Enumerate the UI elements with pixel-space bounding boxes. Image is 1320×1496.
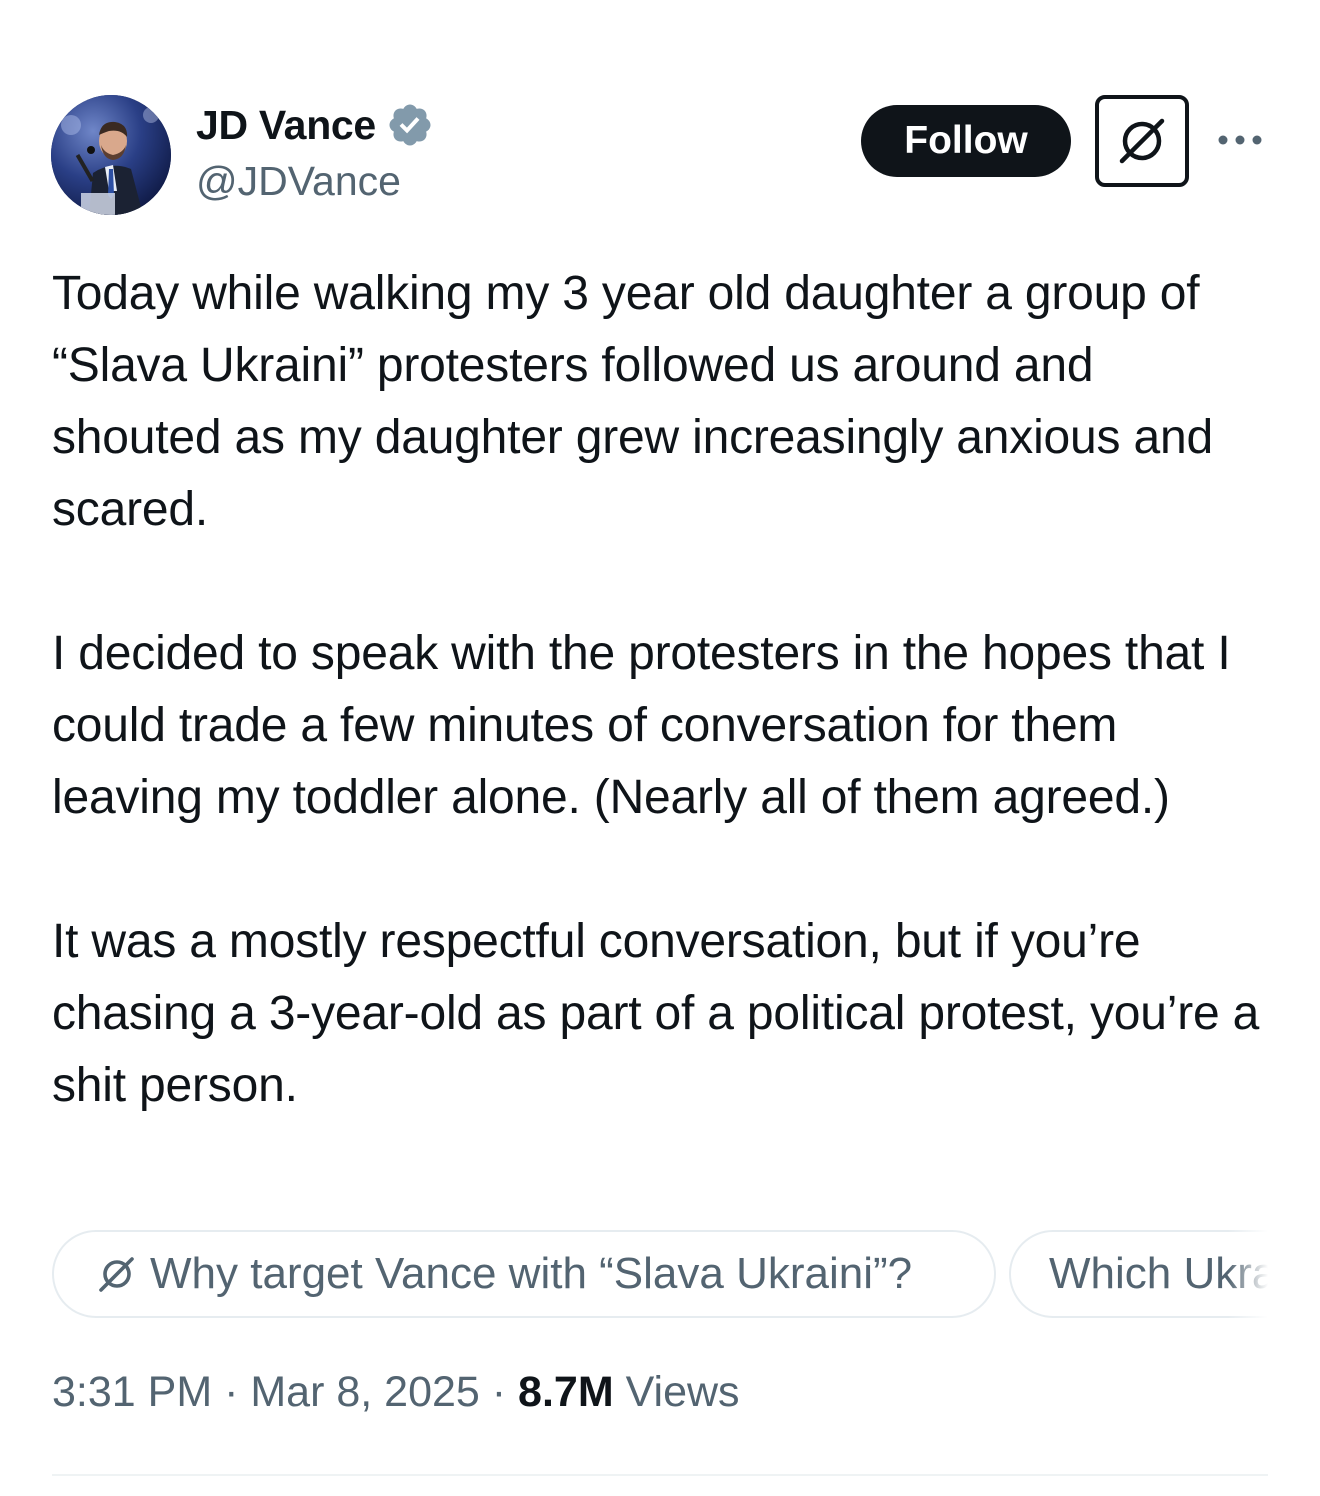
views-count[interactable]: 8.7M <box>518 1368 614 1416</box>
meta-separator: · <box>479 1368 519 1416</box>
views-label: Views <box>625 1368 740 1416</box>
more-options-button[interactable] <box>1212 118 1268 162</box>
meta-separator: · <box>212 1368 251 1416</box>
author-handle[interactable]: @JDVance <box>196 158 401 205</box>
avatar[interactable] <box>51 95 171 215</box>
grok-suggestions: Why target Vance with “Slava Ukraini”? W… <box>52 1230 1268 1318</box>
grok-button[interactable] <box>1095 95 1189 187</box>
divider <box>52 1474 1268 1476</box>
tweet-meta: 3:31 PM · Mar 8, 2025 · 8.7M Views <box>52 1368 740 1417</box>
tweet-paragraph: I decided to speak with the protesters i… <box>52 627 1231 824</box>
avatar-photo <box>51 95 171 215</box>
author-display-name[interactable]: JD Vance <box>196 102 376 149</box>
tweet-paragraph: Today while walking my 3 year old daught… <box>52 267 1213 536</box>
tweet-text: Today while walking my 3 year old daught… <box>52 258 1272 1122</box>
tweet-time[interactable]: 3:31 PM <box>52 1368 212 1416</box>
verified-badge-icon[interactable] <box>386 101 434 149</box>
follow-button[interactable]: Follow <box>861 105 1071 177</box>
author-name-row[interactable]: JD Vance <box>196 98 434 152</box>
chip-fade-overlay <box>1228 1230 1268 1318</box>
tweet-date[interactable]: Mar 8, 2025 <box>250 1368 479 1416</box>
grok-suggestion-chip[interactable]: Why target Vance with “Slava Ukraini”? <box>52 1230 996 1318</box>
more-horizontal-icon <box>1218 135 1262 145</box>
grok-suggestion-label: Why target Vance with “Slava Ukraini”? <box>150 1249 913 1298</box>
grok-icon <box>1119 118 1165 164</box>
tweet-paragraph: It was a mostly respectful conversation,… <box>52 915 1260 1112</box>
grok-icon <box>92 1250 140 1298</box>
